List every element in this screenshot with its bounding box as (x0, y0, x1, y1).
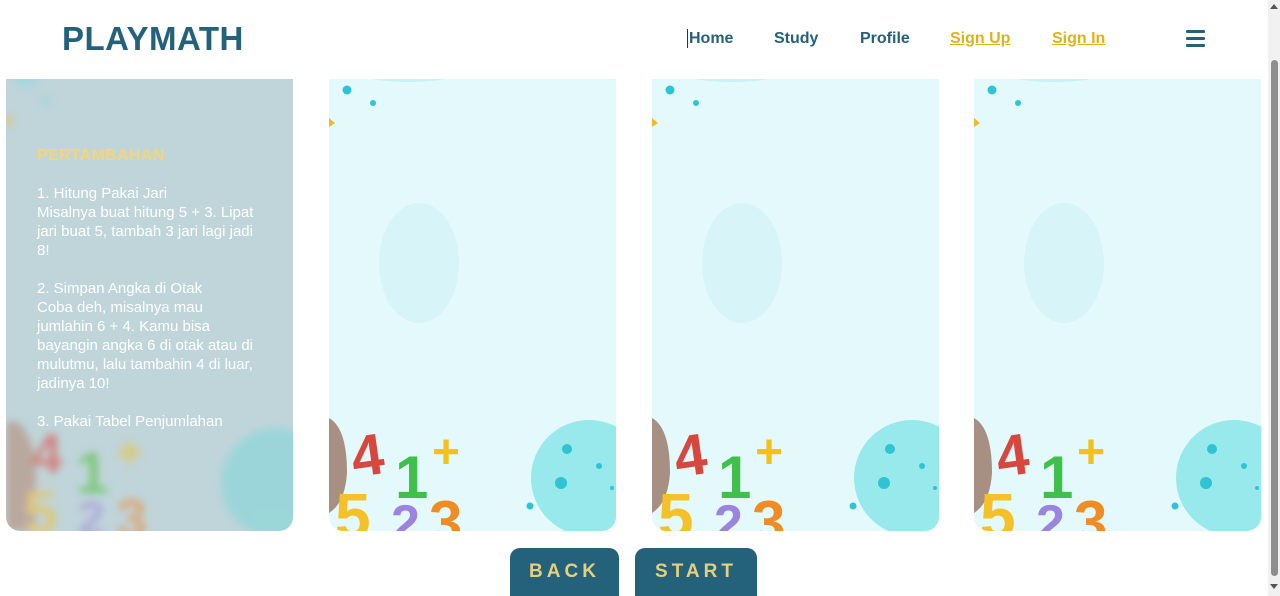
activity-card-2[interactable]: 4 1 + 5 2 3 (652, 63, 939, 531)
svg-text:5: 5 (658, 480, 694, 531)
svg-text:+: + (1077, 426, 1105, 479)
scroll-down-arrow-icon[interactable] (1270, 584, 1278, 589)
svg-text:5: 5 (335, 480, 371, 531)
svg-text:5: 5 (980, 480, 1016, 531)
page: PLAYMATH Home Study Profile Sign Up Sign… (0, 0, 1280, 596)
svg-text:+: + (755, 426, 783, 479)
page-scrollbar[interactable] (1268, 0, 1280, 596)
info-paragraph: 3. Pakai Tabel Penjumlahan (37, 413, 223, 430)
text-cursor (687, 29, 688, 48)
hamburger-menu-icon[interactable] (1186, 29, 1206, 47)
nav-home[interactable]: Home (689, 30, 733, 48)
info-title: PERTAMBAHAN (37, 147, 165, 164)
svg-text:5: 5 (24, 479, 57, 531)
nav-sign-up[interactable]: Sign Up (950, 30, 1010, 48)
info-card: 4 1 + 5 2 3 PERTAMBAHAN 1. Hitung Pakai … (6, 63, 293, 531)
nav-study[interactable]: Study (774, 30, 818, 48)
nav-sign-in[interactable]: Sign In (1052, 30, 1105, 48)
header: PLAYMATH Home Study Profile Sign Up Sign… (0, 0, 1268, 79)
math-decoration: 4 1 + 5 2 3 (974, 63, 1261, 531)
svg-text:3: 3 (429, 489, 462, 531)
scroll-thumb[interactable] (1271, 60, 1278, 576)
svg-text:2: 2 (78, 493, 105, 531)
info-paragraph: 1. Hitung Pakai Jari Misalnya buat hitun… (37, 185, 254, 259)
svg-text:3: 3 (752, 489, 785, 531)
activity-card-3[interactable]: 4 1 + 5 2 3 (974, 63, 1261, 531)
start-button[interactable]: START (635, 548, 757, 596)
nav-profile[interactable]: Profile (860, 30, 910, 48)
back-button[interactable]: BACK (510, 548, 619, 596)
svg-text:3: 3 (116, 487, 147, 531)
math-decoration: 4 1 + 5 2 3 (329, 63, 616, 531)
svg-text:2: 2 (1036, 495, 1065, 531)
svg-text:+: + (432, 426, 460, 479)
info-paragraph: 2. Simpan Angka di Otak Coba deh, misaln… (37, 280, 253, 392)
logo[interactable]: PLAYMATH (62, 20, 244, 58)
activity-card-1[interactable]: 4 1 + 5 2 3 (329, 63, 616, 531)
svg-text:2: 2 (391, 495, 420, 531)
scroll-up-arrow-icon[interactable] (1270, 4, 1278, 9)
info-content: PERTAMBAHAN 1. Hitung Pakai Jari Misalny… (37, 146, 262, 450)
svg-text:3: 3 (1074, 489, 1107, 531)
math-decoration: 4 1 + 5 2 3 (652, 63, 939, 531)
svg-text:2: 2 (714, 495, 743, 531)
